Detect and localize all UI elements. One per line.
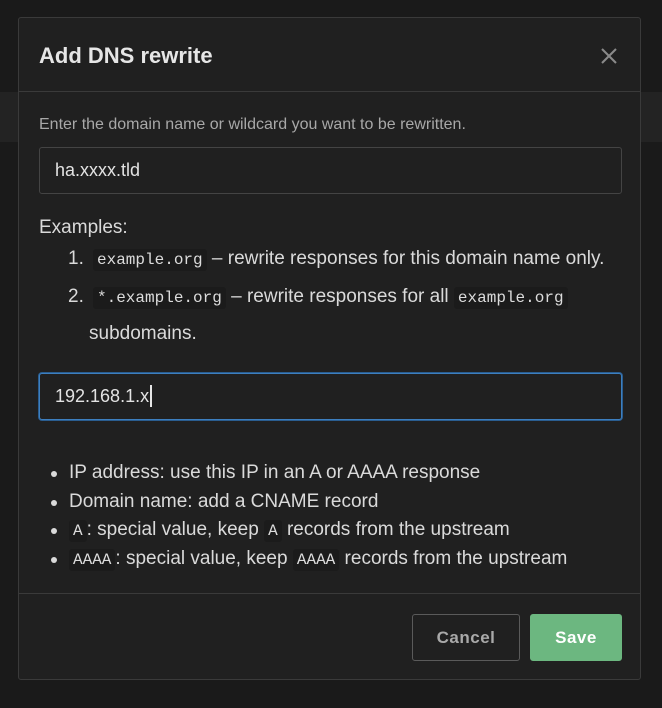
help-item-text: IP address: use this IP in an A or AAAA … bbox=[69, 462, 481, 483]
example-code: *.example.org bbox=[93, 287, 226, 309]
example-number: 2. bbox=[68, 286, 84, 307]
modal-title: Add DNS rewrite bbox=[39, 43, 213, 68]
help-code-2: A bbox=[264, 520, 282, 542]
help-text-mid: : special value, keep bbox=[115, 548, 293, 569]
help-item-text: A: special value, keep A records from th… bbox=[69, 519, 510, 542]
domain-input[interactable]: ha.xxxx.tld bbox=[39, 147, 622, 194]
bullet-icon bbox=[51, 557, 57, 563]
text-caret bbox=[150, 384, 153, 407]
modal-footer: Cancel Save bbox=[19, 593, 640, 679]
help-code: A bbox=[69, 520, 87, 542]
help-item-text: AAAA: special value, keep AAAA records f… bbox=[69, 548, 567, 571]
example-description-continuation: subdomains. bbox=[89, 323, 197, 344]
close-icon bbox=[601, 48, 617, 64]
example-text: example.org – rewrite responses for this… bbox=[93, 248, 604, 271]
help-text-end: records from the upstream bbox=[339, 548, 568, 569]
help-item-text: Domain name: add a CNAME record bbox=[69, 491, 379, 512]
add-dns-rewrite-dialog: Add DNS rewrite Enter the domain name or… bbox=[18, 17, 641, 680]
example-code-2: example.org bbox=[453, 287, 568, 309]
domain-hint: Enter the domain name or wildcard you wa… bbox=[39, 116, 466, 133]
help-code-2: AAAA bbox=[292, 549, 340, 571]
domain-input-value: ha.xxxx.tld bbox=[55, 160, 141, 180]
bullet-icon bbox=[51, 528, 57, 534]
example-number: 1. bbox=[68, 248, 84, 269]
answer-input[interactable]: 192.168.1.x bbox=[39, 373, 622, 420]
answer-input-value: 192.168.1.x bbox=[55, 386, 150, 406]
bullet-icon bbox=[51, 500, 57, 506]
bullet-icon bbox=[51, 471, 57, 477]
example-description: – rewrite responses for this domain name… bbox=[206, 248, 605, 269]
close-button[interactable] bbox=[598, 45, 620, 67]
example-description: – rewrite responses for all bbox=[225, 286, 454, 307]
examples-title: Examples: bbox=[39, 217, 128, 238]
help-text-mid: : special value, keep bbox=[86, 519, 265, 540]
help-text-end: records from the upstream bbox=[281, 519, 510, 540]
cancel-button[interactable]: Cancel bbox=[412, 614, 520, 661]
save-button[interactable]: Save bbox=[530, 614, 622, 661]
example-code: example.org bbox=[93, 249, 207, 271]
example-text: *.example.org – rewrite responses for al… bbox=[93, 286, 568, 309]
help-code: AAAA bbox=[69, 549, 116, 571]
modal-header: Add DNS rewrite bbox=[19, 18, 640, 92]
